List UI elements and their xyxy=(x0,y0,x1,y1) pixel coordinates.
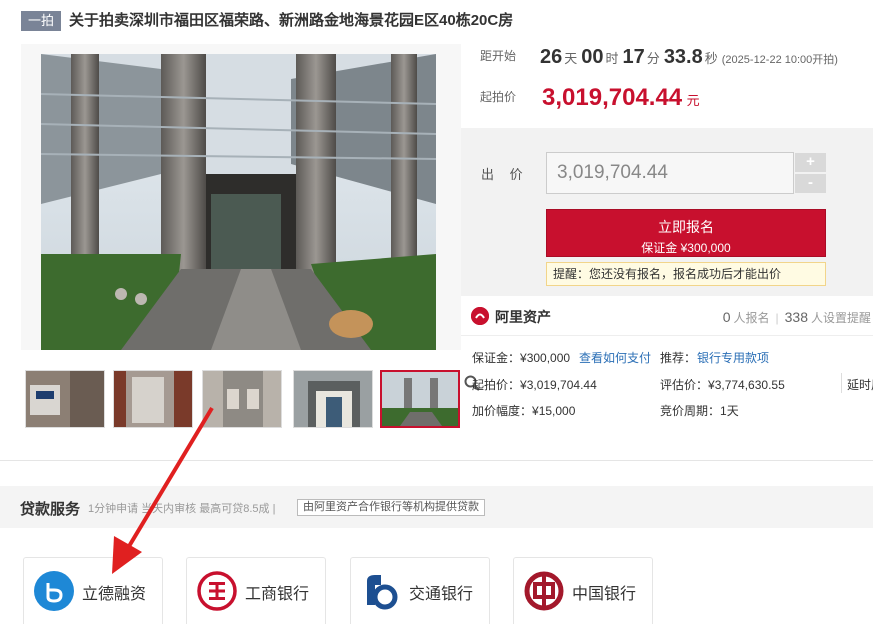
countdown-label: 距开始 xyxy=(480,49,517,63)
icbc-logo-icon xyxy=(197,571,237,611)
countdown-minutes: 17 xyxy=(622,46,645,68)
deposit-label: 保证金： xyxy=(472,351,521,365)
bank-card-icbc[interactable]: 工商银行 xyxy=(186,557,326,624)
platform-name[interactable]: 阿里资产 xyxy=(495,307,551,327)
bank-card-boc[interactable]: 中国银行 xyxy=(513,557,653,624)
increment-label: 加价幅度： xyxy=(472,404,533,418)
platform-row: 阿里资产 0 人报名 | 338 人设置提醒 xyxy=(461,296,873,336)
thumbnail-strip xyxy=(21,370,461,428)
thumbnail-5-selected[interactable] xyxy=(380,370,460,428)
cycle-info: 竞价周期：1天 xyxy=(660,402,739,419)
seconds-unit: 秒 xyxy=(704,51,718,66)
decrease-bid-button[interactable]: - xyxy=(795,174,826,193)
section-divider xyxy=(0,460,873,461)
increment-info: 加价幅度：¥15,000 xyxy=(472,402,575,419)
start-price-unit: 元 xyxy=(686,93,700,108)
bank-name: 立德融资 xyxy=(82,586,147,603)
start-price-info: 起拍价：¥3,019,704.44 xyxy=(472,376,597,393)
cycle-value: 1天 xyxy=(720,404,739,418)
signup-count: 0 xyxy=(722,309,731,325)
start-price-info-label: 起拍价： xyxy=(472,378,521,392)
bank-card-lide[interactable]: 立德融资 xyxy=(23,557,163,624)
start-price-info-value: ¥3,019,704.44 xyxy=(520,378,597,392)
recommend-label: 推荐： xyxy=(660,351,697,365)
bank-name: 交通银行 xyxy=(409,586,474,603)
loan-service-title: 贷款服务 xyxy=(20,501,81,518)
appraisal-label: 评估价： xyxy=(660,378,709,392)
minutes-unit: 分 xyxy=(646,51,660,66)
deposit-value: ¥300,000 xyxy=(520,351,571,365)
reminder-count-label: 人设置提醒 xyxy=(810,311,871,325)
thumbnail-4[interactable] xyxy=(293,370,373,428)
countdown-row: 距开始 26 天 00 时 17 分 33.8 秒 (2025-12-22 10:00开拍) xyxy=(480,46,873,76)
bank-card-bocom[interactable]: 交通银行 xyxy=(350,557,490,624)
thumbnail-1[interactable] xyxy=(25,370,105,428)
loan-service-subtitle: 1分钟申请 当天内审核 最高可贷8.5成 | xyxy=(88,503,276,515)
signup-reminder: 提醒：您还没有报名，报名成功后才能出价 xyxy=(546,262,826,286)
lide-logo-icon xyxy=(34,571,74,611)
appraisal-info: 评估价：¥3,774,630.55 xyxy=(660,376,785,393)
title-bar: 一拍 关于拍卖深圳市福田区福荣路、新洲路金地海景花园E区40栋20C房 xyxy=(0,0,873,44)
thumbnail-3[interactable] xyxy=(202,370,282,428)
bid-amount-input[interactable]: 3,019,704.44 xyxy=(546,152,794,194)
loan-service-bar: 贷款服务 1分钟申请 当天内审核 最高可贷8.5成 | 由阿里资产合作银行等机构… xyxy=(0,486,873,528)
increment-value: ¥15,000 xyxy=(532,404,576,418)
deposit-info: 保证金：¥300,000 xyxy=(472,349,570,366)
bank-payment-link[interactable]: 银行专用款项 xyxy=(697,349,769,366)
appraisal-value: ¥3,774,630.55 xyxy=(708,378,785,392)
start-price-value: 3,019,704.44 xyxy=(542,84,683,111)
signup-button-label: 立即报名 xyxy=(658,219,714,235)
page: 一拍 关于拍卖深圳市福田区福荣路、新洲路金地海景花园E区40栋20C房 距开始 … xyxy=(0,0,873,624)
stats-separator: | xyxy=(775,311,779,325)
countdown-hours: 00 xyxy=(581,46,604,68)
thumbnail-2[interactable] xyxy=(113,370,193,428)
detail-divider xyxy=(841,373,842,393)
boc-logo-icon xyxy=(524,571,564,611)
cycle-label: 竞价周期： xyxy=(660,404,721,418)
bank-name: 工商银行 xyxy=(245,586,310,603)
countdown-days: 26 xyxy=(540,46,563,68)
how-to-pay-link[interactable]: 查看如何支付 xyxy=(579,349,651,366)
signup-now-button[interactable]: 立即报名 保证金 ¥300,000 xyxy=(546,209,826,257)
auction-start-time: (2025-12-22 10:00开拍) xyxy=(721,54,838,66)
reminder-count: 338 xyxy=(784,309,808,325)
delay-label: 延时周 xyxy=(847,378,873,392)
days-unit: 天 xyxy=(564,51,578,66)
bank-name: 中国银行 xyxy=(572,586,637,603)
bid-label: 出 价 xyxy=(481,167,529,182)
signup-count-label: 人报名 xyxy=(733,311,770,325)
bid-panel: 出 价 3,019,704.44 + - 立即报名 保证金 ¥300,000 提… xyxy=(461,128,873,296)
platform-stats: 0 人报名 | 338 人设置提醒 xyxy=(723,309,871,326)
ali-assets-logo-icon xyxy=(471,307,489,325)
main-photo[interactable] xyxy=(41,54,436,350)
bocom-logo-icon xyxy=(361,571,401,611)
countdown-seconds: 33.8 xyxy=(663,46,703,68)
auction-round-badge: 一拍 xyxy=(21,11,61,31)
increase-bid-button[interactable]: + xyxy=(795,153,826,172)
loan-provider-tag: 由阿里资产合作银行等机构提供贷款 xyxy=(297,499,485,516)
start-price-label: 起拍价 xyxy=(480,90,517,104)
hours-unit: 时 xyxy=(605,51,619,66)
start-price-row: 起拍价 3,019,704.44 元 xyxy=(480,84,873,118)
main-image-panel xyxy=(21,44,480,391)
deposit-note: 保证金 ¥300,000 xyxy=(641,241,731,255)
page-title: 关于拍卖深圳市福田区福荣路、新洲路金地海景花园E区40栋20C房 xyxy=(69,12,514,29)
